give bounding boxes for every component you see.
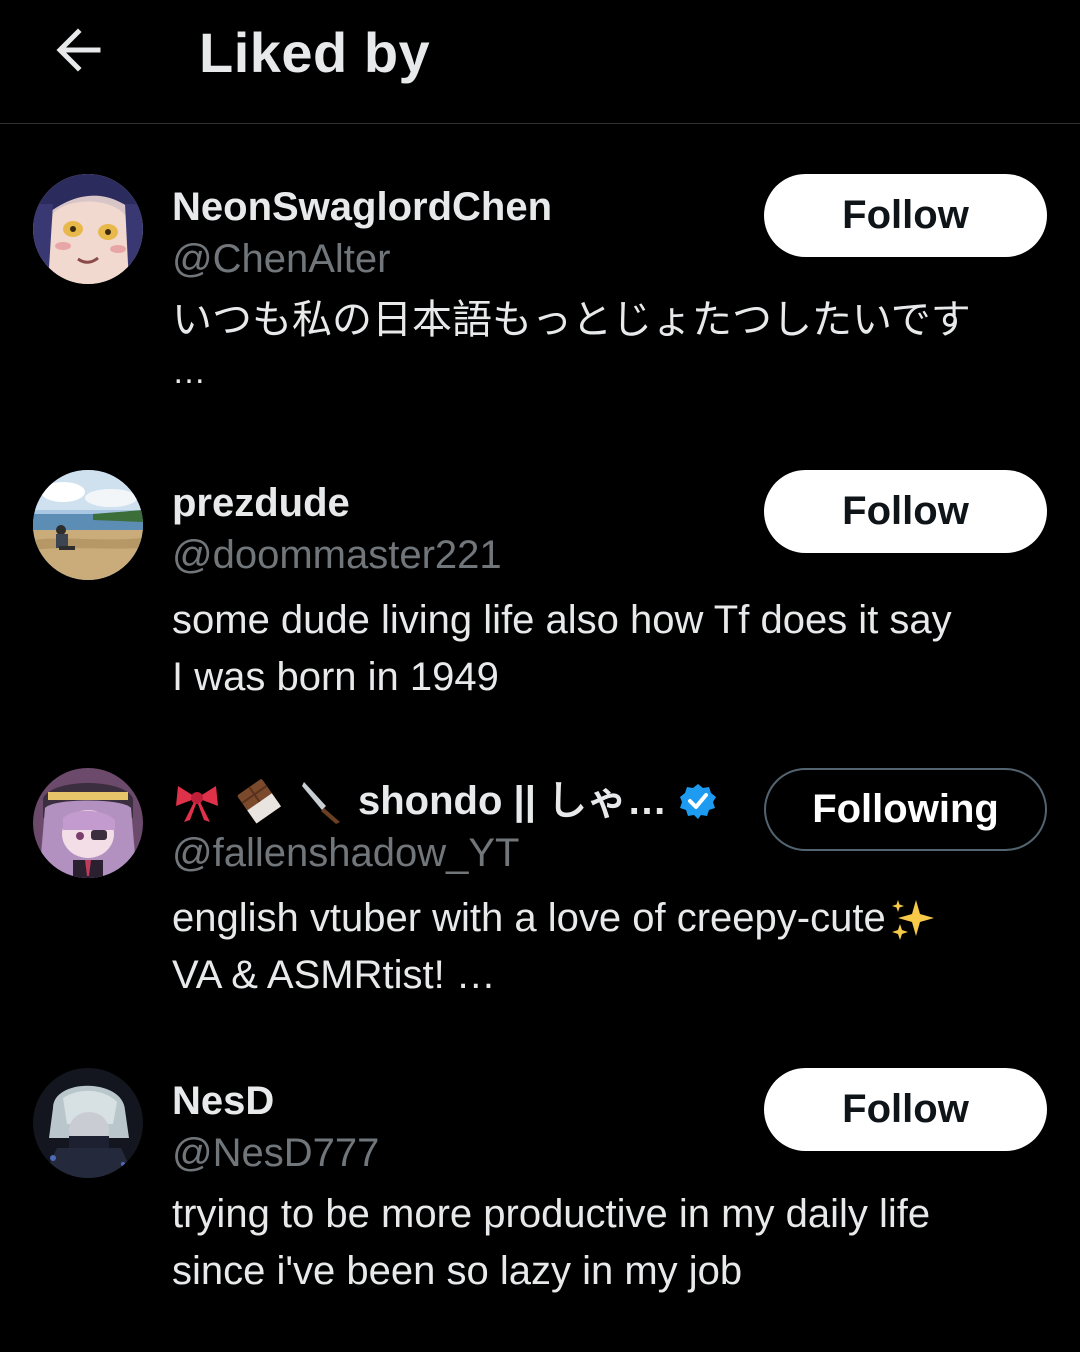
username-handle[interactable]: @doommaster221 bbox=[172, 530, 502, 580]
verified-badge-icon bbox=[680, 784, 717, 819]
avatar-image bbox=[33, 1068, 143, 1178]
back-button[interactable] bbox=[46, 18, 110, 82]
display-name[interactable]: shondo || しゃ… bbox=[358, 776, 667, 826]
display-name-line[interactable]: shondo || しゃ… bbox=[172, 776, 717, 826]
bio-line: english vtuber with a love of creepy-cut… bbox=[172, 890, 1052, 947]
top-bar: Liked by bbox=[0, 0, 1080, 124]
username-handle[interactable]: @fallenshadow_YT bbox=[172, 828, 519, 878]
avatar[interactable] bbox=[33, 470, 143, 580]
avatar[interactable] bbox=[33, 768, 143, 878]
bio-line: trying to be more productive in my daily… bbox=[172, 1192, 931, 1236]
bio-line: some dude living life also how Tf does i… bbox=[172, 598, 952, 642]
follow-button[interactable]: Follow bbox=[764, 1068, 1047, 1151]
bio-text: english vtuber with a love of creepy-cut… bbox=[172, 896, 886, 940]
sparkles-icon bbox=[891, 899, 934, 940]
bio-line: VA & ASMRtist! … bbox=[172, 953, 496, 997]
avatar-image bbox=[33, 768, 143, 878]
display-name[interactable]: prezdude bbox=[172, 478, 350, 528]
follow-button[interactable]: Follow bbox=[764, 174, 1047, 257]
avatar-image bbox=[33, 174, 143, 284]
bio-ellipsis: … bbox=[172, 353, 206, 391]
follow-button[interactable]: Follow bbox=[764, 470, 1047, 553]
bio-line: I was born in 1949 bbox=[172, 655, 499, 699]
bio-line: since i've been so lazy in my job bbox=[172, 1249, 743, 1293]
user-row[interactable]: NeonSwaglordChen @ChenAlter いつも私の日本語もっとじ… bbox=[0, 170, 1080, 430]
chocolate-icon bbox=[237, 779, 282, 824]
avatar[interactable] bbox=[33, 174, 143, 284]
username-handle[interactable]: @ChenAlter bbox=[172, 234, 390, 284]
avatar-image bbox=[33, 470, 143, 580]
arrow-left-icon bbox=[56, 28, 101, 72]
user-row[interactable]: shondo || しゃ… @fallenshadow_YT english v… bbox=[0, 764, 1080, 1024]
user-row[interactable]: prezdude @doommaster221 some dude living… bbox=[0, 466, 1080, 726]
username-handle[interactable]: @NesD777 bbox=[172, 1128, 379, 1178]
display-name[interactable]: NeonSwaglordChen bbox=[172, 182, 552, 232]
display-name[interactable]: NesD bbox=[172, 1076, 274, 1126]
avatar[interactable] bbox=[33, 1068, 143, 1178]
bio-line: いつも私の日本語もっとじょたつしたいです bbox=[172, 298, 971, 342]
user-row[interactable]: NesD @NesD777 trying to be more producti… bbox=[0, 1064, 1080, 1324]
ribbon-icon bbox=[176, 786, 218, 822]
following-button[interactable]: Following bbox=[764, 768, 1047, 851]
knife-icon bbox=[302, 782, 340, 824]
page-title: Liked by bbox=[199, 21, 431, 84]
